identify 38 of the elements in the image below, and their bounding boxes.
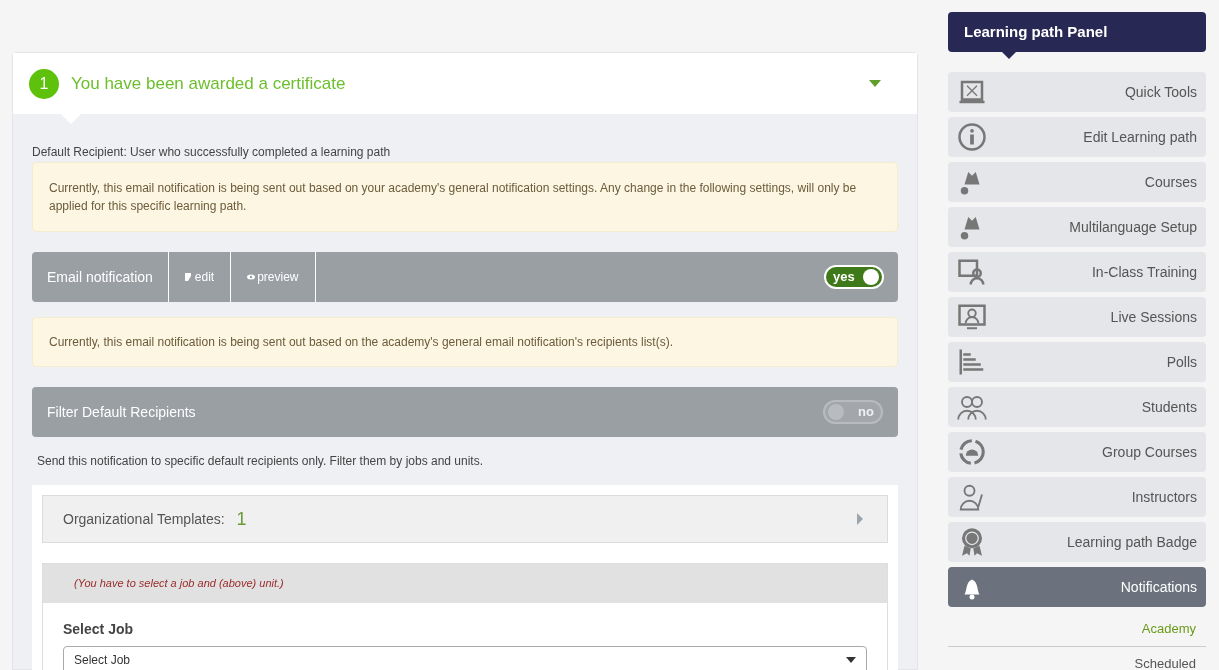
caret-icon — [846, 657, 856, 663]
bar-label: Filter Default Recipients — [47, 402, 196, 422]
filter-hint: Send this notification to specific default recipients only. Filter them by jobs and units. — [36, 453, 484, 470]
eye-icon — [247, 273, 256, 281]
panel-item[interactable]: In-Class Training — [948, 252, 1206, 292]
notice-text: Currently, this email notification is being sent out based on your academy's general notification settings. Any change in the following settings, will only be applied for this specific learning path. — [32, 162, 898, 232]
panel-item[interactable]: Instructors — [948, 477, 1206, 517]
field-label: Select Job — [63, 620, 135, 639]
submenu-link[interactable]: Academy — [948, 612, 1206, 646]
templates-row[interactable]: Organizational Templates: 1 — [42, 495, 888, 543]
notice-text: Currently, this email notification is being sent out based on the academy's general email notification's recipients list(s). — [32, 317, 898, 367]
submenu-link[interactable]: Scheduled — [948, 646, 1206, 670]
presenter-icon — [957, 257, 987, 287]
header-pointer — [1002, 52, 1016, 59]
panel-item[interactable]: Courses — [948, 162, 1206, 202]
bar-label: Email notification — [32, 252, 169, 302]
panel-item[interactable]: Learning path Badge — [948, 522, 1206, 562]
panel-item[interactable]: Notifications — [948, 567, 1206, 607]
panel-item[interactable]: Live Sessions — [948, 297, 1206, 337]
cycle-icon — [957, 437, 987, 467]
toggle-switch[interactable]: yes — [824, 265, 884, 289]
panel-item[interactable]: Multilanguage Setup — [948, 207, 1206, 247]
templates-count: 1 — [236, 507, 248, 531]
recipient-text: Default Recipient: User who successfully completed a learning path — [32, 144, 392, 160]
accordion-title: You have been awarded a certificate — [71, 72, 347, 95]
step-number: 1 — [29, 68, 59, 99]
info-icon — [957, 122, 987, 152]
panel-item[interactable]: Students — [948, 387, 1206, 427]
job-dropdown[interactable]: Select Job — [63, 646, 867, 670]
panel-item[interactable]: Quick Tools — [948, 72, 1206, 112]
monitor-person-icon — [957, 302, 987, 332]
templates-label: Organizational Templates: — [63, 509, 225, 529]
pencil-icon — [184, 273, 193, 281]
panel-item[interactable]: Edit Learning path — [948, 117, 1206, 157]
warning-text: (You have to select a job and (above) unit.) — [43, 564, 887, 603]
panel-item[interactable]: Polls — [948, 342, 1206, 382]
panel-header: Learning path Panel — [948, 12, 1206, 52]
panel-item[interactable]: Group Courses — [948, 432, 1206, 472]
